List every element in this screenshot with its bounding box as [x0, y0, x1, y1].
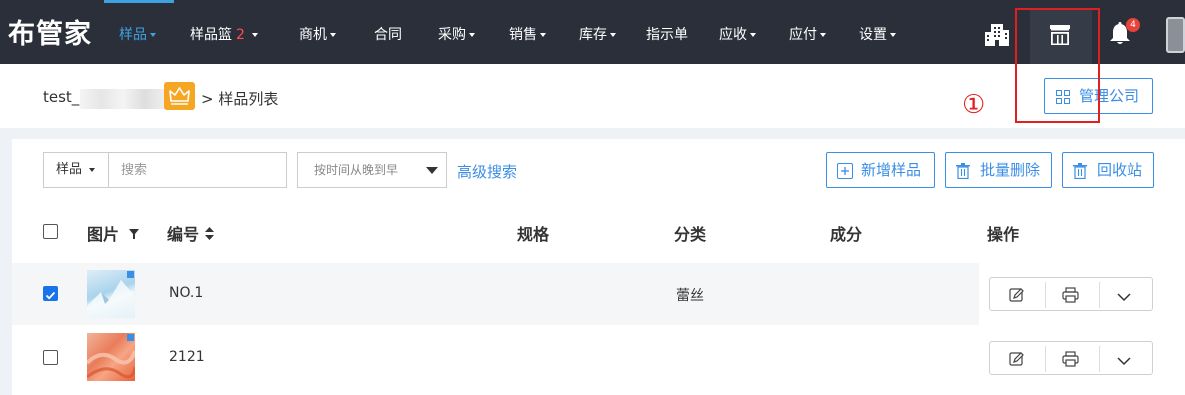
chevron-down-icon[interactable]: [1117, 290, 1131, 304]
divider: [1045, 282, 1046, 308]
building-icon[interactable]: [985, 22, 1011, 50]
nav-item-sales[interactable]: 销售: [509, 24, 546, 44]
column-header-category: 分类: [674, 225, 707, 244]
nav-item-inventory[interactable]: 库存: [579, 24, 616, 44]
avatar[interactable]: [1166, 17, 1185, 53]
caret-down-icon: [330, 33, 336, 37]
nav-item-label: 样品篮: [190, 27, 232, 43]
app-logo[interactable]: 布管家: [8, 12, 92, 51]
add-sample-label: 新增样品: [861, 161, 922, 179]
sort-select-value: 按时间从晚到早: [314, 163, 399, 177]
sample-code: 2121: [169, 349, 205, 365]
recycle-bin-button[interactable]: 回收站: [1062, 152, 1154, 188]
nav-item-label: 销售: [509, 27, 537, 43]
nav-item-contracts[interactable]: 合同: [374, 24, 402, 44]
nav-item-label: 商机: [299, 27, 327, 43]
nav-item-settings[interactable]: 设置: [859, 24, 896, 44]
crown-icon: [164, 82, 195, 110]
nav-item-samples[interactable]: 样品: [119, 24, 156, 44]
trash-icon: [1073, 163, 1087, 179]
column-header-code[interactable]: 编号: [167, 221, 214, 245]
batch-delete-button[interactable]: 批量删除: [945, 152, 1052, 188]
nav-item-label: 合同: [374, 27, 402, 43]
nav-item-purchase[interactable]: 采购: [438, 24, 475, 44]
caret-down-icon: [890, 33, 896, 37]
chevron-down-icon[interactable]: [1117, 354, 1131, 368]
nav-item-receivables[interactable]: 应收: [719, 24, 756, 44]
sample-thumbnail[interactable]: [87, 270, 135, 318]
batch-delete-label: 批量删除: [980, 161, 1041, 179]
redacted-username: [80, 89, 166, 109]
print-icon[interactable]: [1062, 351, 1079, 367]
breadcrumb-path: > 样品列表: [201, 90, 279, 108]
annotation-highlight-box: [1015, 8, 1100, 123]
notification-badge: 4: [1126, 18, 1140, 32]
select-all-checkbox[interactable]: [43, 224, 58, 239]
nav-item-payables[interactable]: 应付: [789, 24, 826, 44]
divider: [1045, 346, 1046, 372]
nav-item-label: 指示单: [646, 27, 688, 43]
divider: [1099, 346, 1100, 372]
sort-select[interactable]: 按时间从晚到早: [297, 152, 447, 188]
nav-item-label: 样品: [119, 27, 147, 43]
caret-down-icon: [252, 33, 259, 37]
nav-item-label: 采购: [438, 27, 466, 43]
annotation-marker: ①: [962, 90, 986, 120]
search-input[interactable]: [108, 152, 287, 188]
caret-down-icon: [150, 33, 156, 37]
caret-down-icon: [469, 33, 475, 37]
nav-item-label: 应收: [719, 27, 747, 43]
nav-item-label: 设置: [859, 27, 887, 43]
sample-thumbnail[interactable]: [85, 333, 137, 381]
nav-item-opportunities[interactable]: 商机: [299, 24, 336, 44]
breadcrumb-user[interactable]: test_: [43, 88, 79, 106]
nav-item-label: 应付: [789, 27, 817, 43]
column-header-composition: 成分: [830, 225, 863, 244]
edit-icon[interactable]: [1009, 287, 1025, 303]
breadcrumb-bar: test_ > 样品列表 管理公司: [0, 64, 1185, 128]
divider: [1099, 282, 1100, 308]
edit-icon[interactable]: [1009, 351, 1025, 367]
table-row[interactable]: 2121: [12, 326, 979, 388]
row-checkbox[interactable]: [43, 286, 58, 301]
caret-down-icon: [540, 33, 546, 37]
column-header-spec: 规格: [517, 225, 550, 244]
sample-list-panel: 样品 按时间从晚到早 高级搜索 新增样品 批量删除: [12, 139, 1185, 395]
row-checkbox[interactable]: [43, 350, 58, 365]
trash-icon: [956, 163, 970, 179]
check-icon: [45, 291, 56, 300]
add-sample-button[interactable]: 新增样品: [826, 152, 935, 188]
print-icon[interactable]: [1062, 287, 1079, 303]
caret-down-icon: [750, 33, 756, 37]
row-actions: [989, 277, 1153, 311]
nav-item-label: 库存: [579, 27, 607, 43]
plus-square-icon: [837, 163, 853, 179]
type-select[interactable]: 样品: [43, 152, 109, 188]
nav-item-instructions[interactable]: 指示单: [646, 24, 688, 44]
sample-category: 蕾丝: [676, 288, 704, 304]
row-actions: [989, 341, 1153, 375]
filter-icon[interactable]: [128, 228, 139, 240]
column-header-actions: 操作: [987, 225, 1020, 244]
caret-down-icon: [89, 167, 96, 172]
type-select-value: 样品: [56, 162, 83, 177]
sort-icon[interactable]: [204, 227, 214, 240]
basket-count: 2: [236, 27, 245, 43]
recycle-bin-label: 回收站: [1097, 161, 1143, 179]
dropdown-arrow-icon: [426, 167, 438, 174]
sample-code: NO.1: [169, 285, 204, 301]
advanced-search-link[interactable]: 高级搜索: [457, 161, 517, 182]
top-nav: 布管家 样品 样品篮2 商机 合同 采购 销售 库存 指示单 应收 应付 设置: [0, 0, 1185, 64]
column-header-label: 编号: [167, 225, 200, 244]
column-header-label: 图片: [87, 225, 120, 244]
table-row[interactable]: NO.1 蕾丝: [12, 263, 979, 325]
nav-item-sample-basket[interactable]: 样品篮 2: [190, 24, 259, 44]
nav-active-indicator: [104, 0, 174, 3]
caret-down-icon: [610, 33, 616, 37]
column-header-image[interactable]: 图片: [87, 221, 139, 245]
caret-down-icon: [820, 33, 826, 37]
